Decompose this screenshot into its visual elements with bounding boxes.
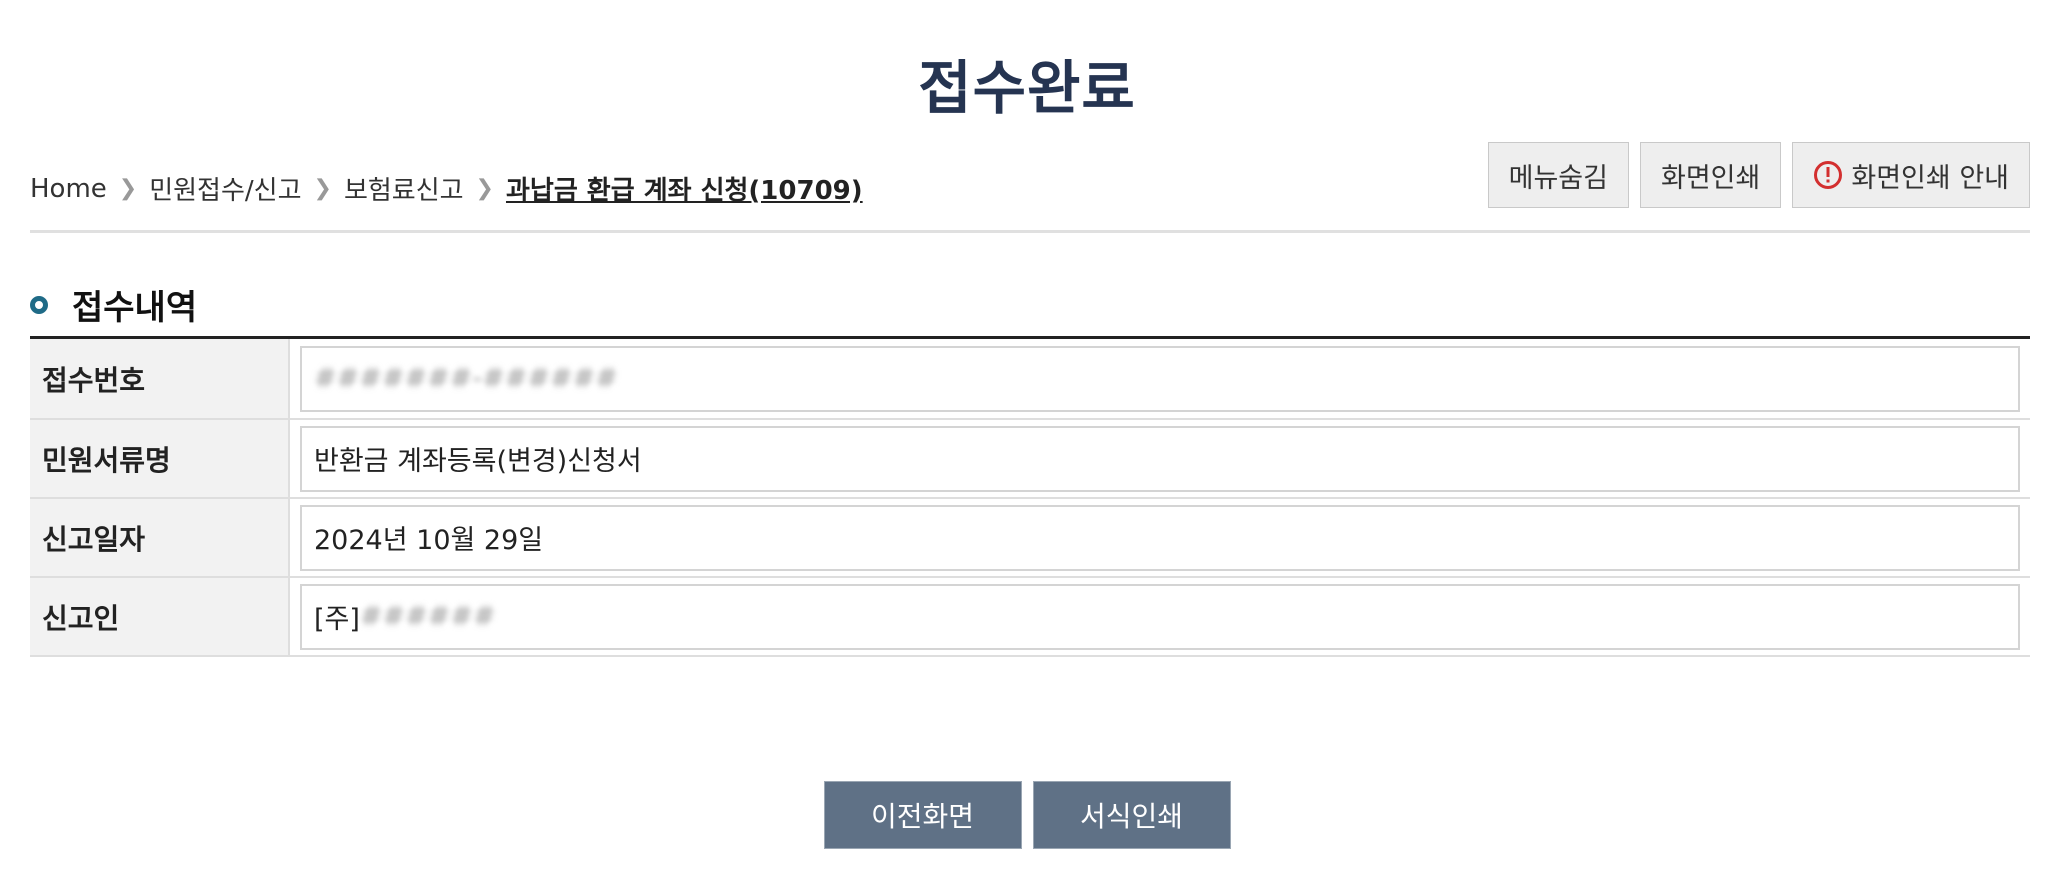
print-form-button[interactable]: 서식인쇄 — [1032, 781, 1231, 849]
warning-circle-icon — [1814, 161, 1843, 189]
page-title: 접수완료 — [918, 54, 1136, 122]
reporter-field: [주] ###### — [300, 583, 2020, 650]
breadcrumb-home[interactable]: Home — [30, 174, 107, 204]
table-row: 신고일자 2024년 10월 29일 — [30, 499, 2030, 578]
section-title: 접수내역 — [30, 280, 197, 329]
breadcrumb-civil-service[interactable]: 민원접수/신고 — [149, 170, 301, 207]
print-guide-button[interactable]: 화면인쇄 안내 — [1792, 142, 2030, 208]
receipt-table: 접수번호 #######-###### 민원서류명 반환금 계좌등록(변경)신청… — [30, 336, 2030, 657]
print-screen-button[interactable]: 화면인쇄 — [1640, 142, 1782, 208]
reporter-prefix: [주] — [314, 604, 360, 635]
masked-value: ###### — [359, 601, 496, 632]
section-title-text: 접수내역 — [72, 288, 198, 328]
receipt-number-field: #######-###### — [300, 345, 2020, 412]
row-label: 접수번호 — [30, 339, 290, 418]
chevron-right-icon: ❯ — [118, 176, 138, 201]
row-label: 신고일자 — [30, 499, 290, 576]
toolbar: 메뉴숨김 화면인쇄 화면인쇄 안내 — [1487, 142, 2030, 208]
section-bullet-icon — [30, 295, 48, 314]
action-buttons: 이전화면 서식인쇄 — [0, 781, 2054, 849]
masked-value: #######-###### — [314, 363, 618, 394]
breadcrumb-current: 과납금 환급 계좌 신청(10709) — [505, 176, 863, 206]
breadcrumb: Home ❯ 민원접수/신고 ❯ 보험료신고 ❯ 과납금 환급 계좌 신청(10… — [30, 170, 863, 207]
divider — [30, 230, 2030, 233]
chevron-right-icon: ❯ — [475, 176, 494, 201]
table-row: 민원서류명 반환금 계좌등록(변경)신청서 — [30, 420, 2030, 499]
row-label: 신고인 — [30, 578, 290, 655]
hide-menu-button[interactable]: 메뉴숨김 — [1487, 142, 1629, 208]
chevron-right-icon: ❯ — [313, 176, 332, 201]
document-name-field: 반환금 계좌등록(변경)신청서 — [300, 425, 2020, 492]
previous-screen-button[interactable]: 이전화면 — [823, 781, 1022, 849]
row-label: 민원서류명 — [30, 420, 290, 497]
report-date-field: 2024년 10월 29일 — [300, 504, 2020, 571]
table-row: 접수번호 #######-###### — [30, 339, 2030, 420]
breadcrumb-insurance-report[interactable]: 보험료신고 — [344, 170, 464, 207]
print-guide-label: 화면인쇄 안내 — [1851, 162, 2009, 194]
table-row: 신고인 [주] ###### — [30, 578, 2030, 657]
